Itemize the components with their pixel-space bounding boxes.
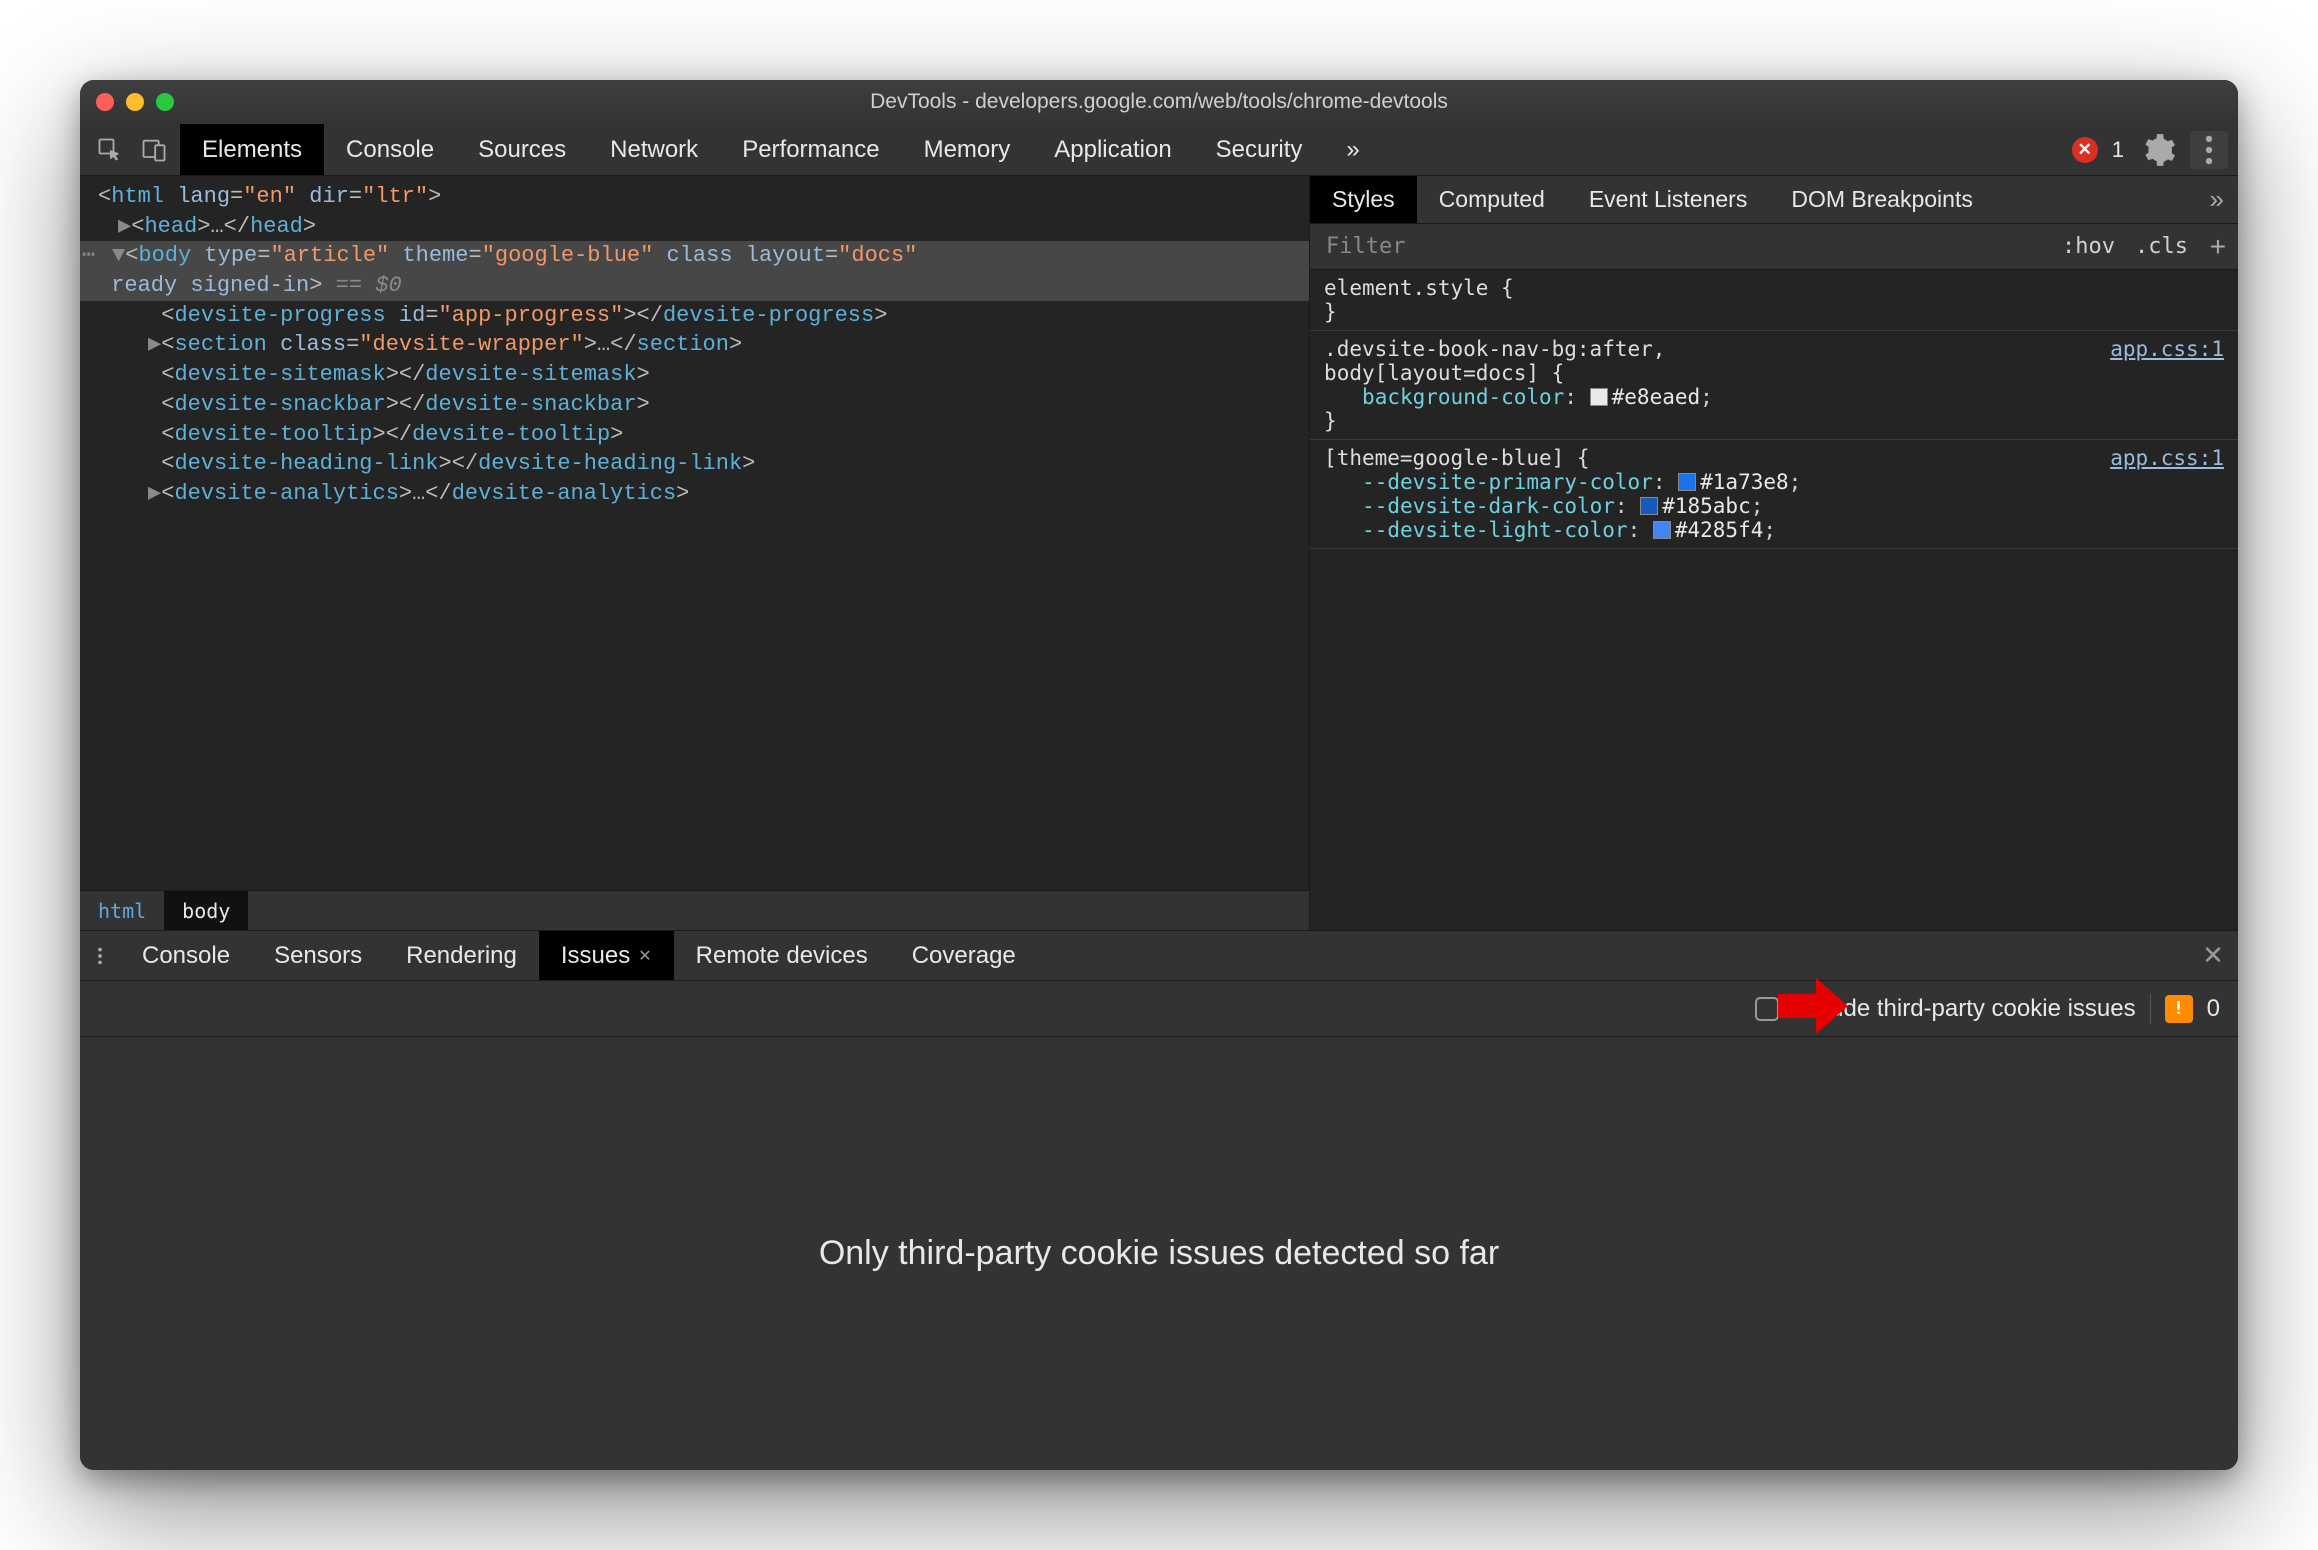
css-rule[interactable]: app.css:1.devsite-book-nav-bg:after,body… xyxy=(1310,331,2238,440)
styles-tab-dom-breakpoints[interactable]: DOM Breakpoints xyxy=(1769,176,1995,223)
dom-node[interactable]: ▶<devsite-analytics>…</devsite-analytics… xyxy=(130,479,1309,509)
dom-node[interactable]: ▶<devsite-tooltip></devsite-tooltip> xyxy=(130,420,1309,450)
drawer-close-icon[interactable]: ✕ xyxy=(2188,931,2238,980)
styles-tab-event-listeners[interactable]: Event Listeners xyxy=(1567,176,1770,223)
drawer-tab-coverage[interactable]: Coverage xyxy=(890,931,1038,980)
drawer-tab-issues[interactable]: Issues✕ xyxy=(539,931,674,980)
issues-warning-icon[interactable]: ! xyxy=(2165,995,2193,1023)
window-title: DevTools - developers.google.com/web/too… xyxy=(870,90,1448,114)
tab-memory[interactable]: Memory xyxy=(902,124,1033,175)
dom-node[interactable]: ▶<devsite-snackbar></devsite-snackbar> xyxy=(130,390,1309,420)
dom-node[interactable]: <html lang="en" dir="ltr"> xyxy=(80,182,1309,212)
minimize-window-button[interactable] xyxy=(126,93,144,111)
css-rule[interactable]: element.style {} xyxy=(1310,270,2238,331)
breadcrumb-body[interactable]: body xyxy=(164,891,248,930)
styles-pane[interactable]: element.style {}app.css:1.devsite-book-n… xyxy=(1310,270,2238,930)
hov-toggle[interactable]: :hov xyxy=(2052,234,2125,259)
menu-kebab-icon[interactable] xyxy=(2190,131,2228,169)
drawer-tab-remote-devices[interactable]: Remote devices xyxy=(674,931,890,980)
inspect-element-icon[interactable] xyxy=(96,136,124,164)
tabs-overflow[interactable]: » xyxy=(1324,124,1381,175)
tab-network[interactable]: Network xyxy=(588,124,720,175)
dom-node[interactable]: ▶<devsite-sitemask></devsite-sitemask> xyxy=(130,360,1309,390)
tab-performance[interactable]: Performance xyxy=(720,124,901,175)
dom-tree[interactable]: <html lang="en" dir="ltr">▶<head>…</head… xyxy=(80,176,1309,890)
annotation-arrow-icon xyxy=(1778,976,1848,1041)
drawer-tab-console[interactable]: Console xyxy=(120,931,252,980)
tab-console[interactable]: Console xyxy=(324,124,456,175)
cls-toggle[interactable]: .cls xyxy=(2125,234,2198,259)
tab-sources[interactable]: Sources xyxy=(456,124,588,175)
styles-filter-input[interactable]: Filter xyxy=(1310,234,2052,259)
breadcrumb: html body xyxy=(80,890,1309,930)
dom-node[interactable]: ▶<devsite-heading-link></devsite-heading… xyxy=(130,449,1309,479)
drawer-menu-kebab-icon[interactable] xyxy=(80,931,120,980)
css-rule[interactable]: app.css:1[theme=google-blue] {--devsite-… xyxy=(1310,440,2238,549)
error-count: 1 xyxy=(2112,137,2124,163)
issues-empty-message: Only third-party cookie issues detected … xyxy=(819,1234,1499,1273)
styles-tab-computed[interactable]: Computed xyxy=(1417,176,1567,223)
window-titlebar: DevTools - developers.google.com/web/too… xyxy=(80,80,2238,124)
breadcrumb-html[interactable]: html xyxy=(80,891,164,930)
include-third-party-checkbox[interactable] xyxy=(1755,997,1779,1021)
error-badge-icon[interactable]: ✕ xyxy=(2072,137,2098,163)
close-window-button[interactable] xyxy=(96,93,114,111)
divider xyxy=(2150,994,2151,1024)
drawer-tab-sensors[interactable]: Sensors xyxy=(252,931,384,980)
close-tab-icon[interactable]: ✕ xyxy=(638,946,651,966)
rule-source-link[interactable]: app.css:1 xyxy=(2110,446,2224,470)
rule-source-link[interactable]: app.css:1 xyxy=(2110,337,2224,361)
dom-node[interactable]: ▶<head>…</head> xyxy=(100,212,1309,242)
tab-security[interactable]: Security xyxy=(1194,124,1325,175)
styles-tabs-overflow[interactable]: » xyxy=(2196,176,2238,223)
drawer-tab-rendering[interactable]: Rendering xyxy=(384,931,539,980)
dom-node-selected[interactable]: ⋯▼<body type="article" theme="google-blu… xyxy=(80,241,1309,271)
device-toolbar-icon[interactable] xyxy=(140,136,168,164)
dom-node-selected[interactable]: ready signed-in> == $0 xyxy=(80,271,1309,301)
issues-count: 0 xyxy=(2207,995,2220,1023)
tab-elements[interactable]: Elements xyxy=(180,124,324,175)
dom-node[interactable]: ▶<section class="devsite-wrapper">…</sec… xyxy=(130,330,1309,360)
settings-gear-icon[interactable] xyxy=(2138,131,2176,169)
maximize-window-button[interactable] xyxy=(156,93,174,111)
dom-node[interactable]: ▶<devsite-progress id="app-progress"></d… xyxy=(130,301,1309,331)
main-toolbar: ElementsConsoleSourcesNetworkPerformance… xyxy=(80,124,2238,176)
styles-tab-styles[interactable]: Styles xyxy=(1310,176,1417,223)
tab-application[interactable]: Application xyxy=(1032,124,1193,175)
issues-empty-state: Only third-party cookie issues detected … xyxy=(80,1037,2238,1470)
issues-toolbar: Include third-party cookie issues ! 0 xyxy=(80,981,2238,1037)
new-style-rule-button[interactable]: + xyxy=(2198,231,2238,263)
